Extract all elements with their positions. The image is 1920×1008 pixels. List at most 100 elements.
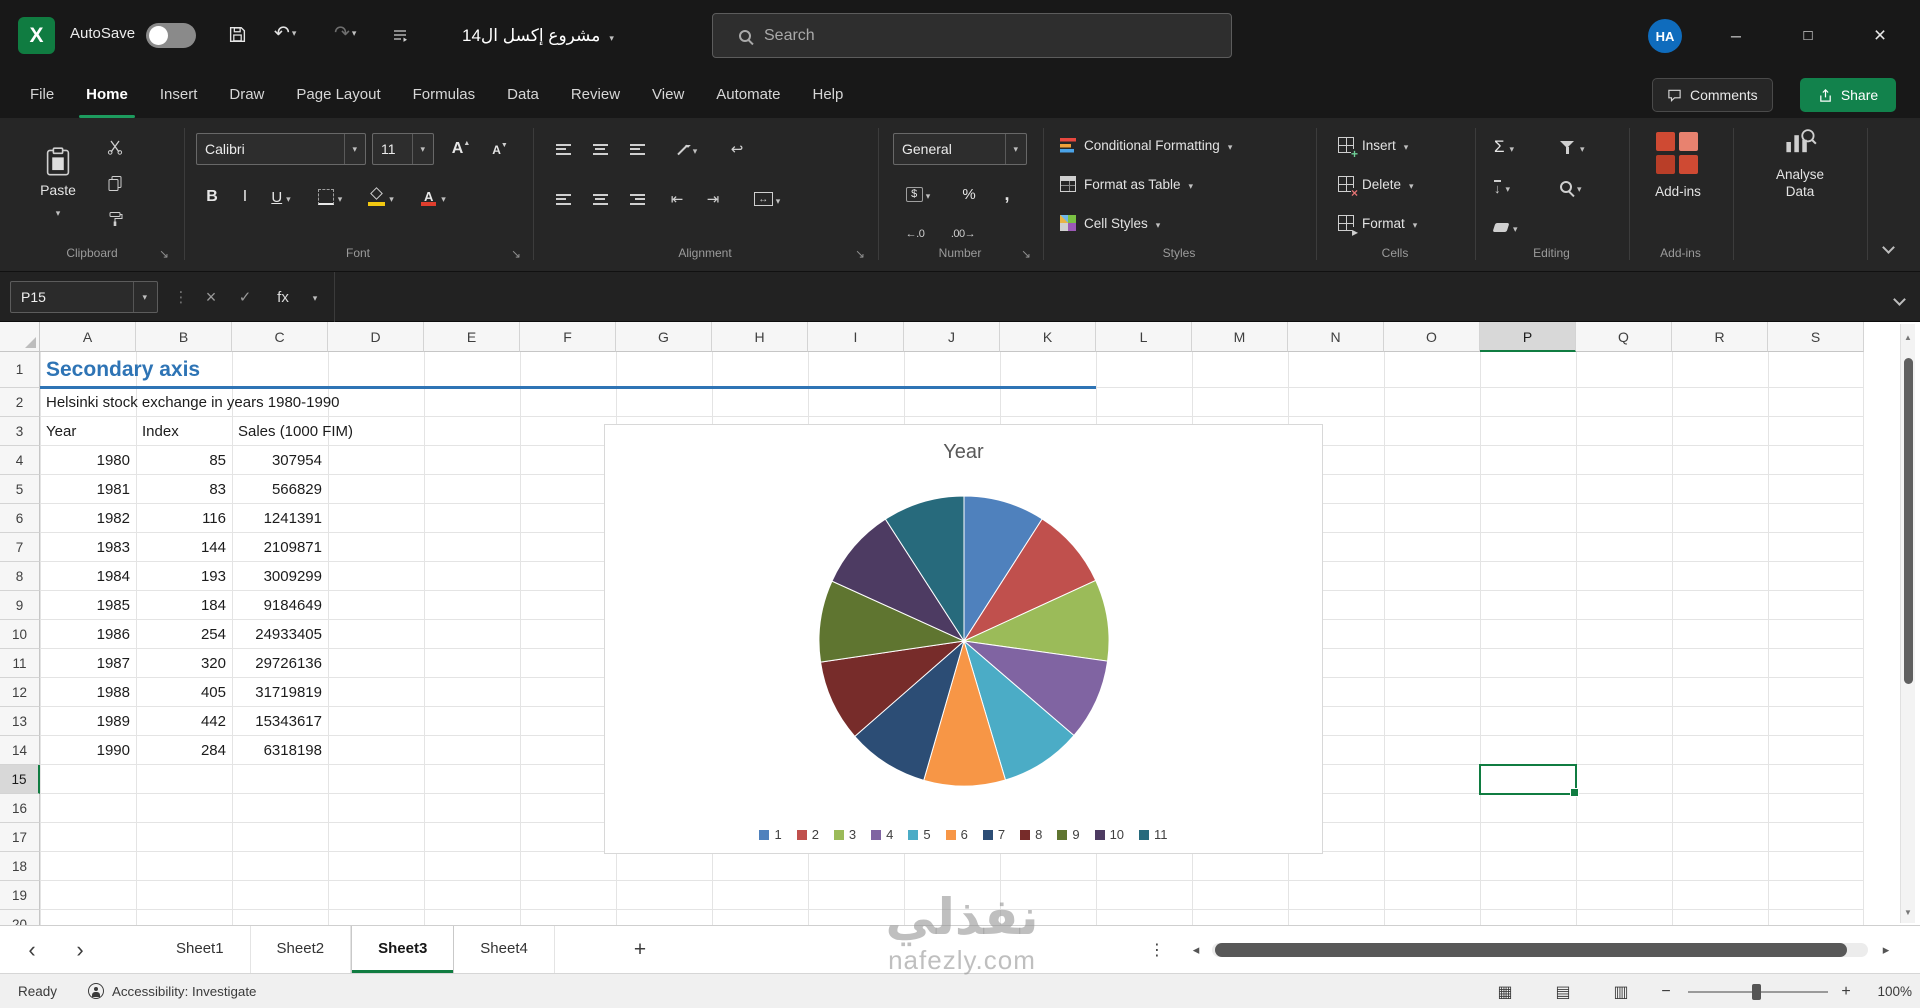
column-header-N[interactable]: N: [1288, 322, 1384, 352]
cell-A8[interactable]: 1984: [42, 562, 130, 591]
number-format-select[interactable]: General: [893, 133, 1027, 165]
row-header-2[interactable]: 2: [0, 388, 40, 417]
vertical-scrollbar[interactable]: [1900, 324, 1915, 923]
cell-C3[interactable]: Sales (1000 FIM): [238, 417, 353, 446]
column-header-I[interactable]: I: [808, 322, 904, 352]
tab-data[interactable]: Data: [491, 71, 555, 118]
column-header-Q[interactable]: Q: [1576, 322, 1672, 352]
column-header-H[interactable]: H: [712, 322, 808, 352]
paste-button[interactable]: Paste: [26, 128, 90, 240]
row-header-4[interactable]: 4: [0, 446, 40, 475]
minimize-button[interactable]: [1712, 0, 1760, 71]
row-header-12[interactable]: 12: [0, 678, 40, 707]
increase-font-size-button[interactable]: [444, 134, 478, 164]
column-header-M[interactable]: M: [1192, 322, 1288, 352]
row-header-10[interactable]: 10: [0, 620, 40, 649]
sheet-nav-left-button[interactable]: [14, 926, 50, 974]
zoom-slider[interactable]: [1688, 983, 1828, 1000]
row-header-6[interactable]: 6: [0, 504, 40, 533]
customize-quick-access-button[interactable]: [392, 27, 408, 46]
column-header-F[interactable]: F: [520, 322, 616, 352]
autosum-button[interactable]: Σ: [1494, 133, 1514, 161]
orientation-button[interactable]: [664, 135, 708, 163]
autosave-toggle[interactable]: [146, 23, 196, 48]
column-header-G[interactable]: G: [616, 322, 712, 352]
column-header-A[interactable]: A: [40, 322, 136, 352]
tab-help[interactable]: Help: [797, 71, 860, 118]
column-header-J[interactable]: J: [904, 322, 1000, 352]
decrease-font-size-button[interactable]: [484, 134, 516, 164]
tab-formulas[interactable]: Formulas: [397, 71, 492, 118]
cell-C5[interactable]: 566829: [234, 475, 322, 504]
row-header-16[interactable]: 16: [0, 794, 40, 823]
row-header-7[interactable]: 7: [0, 533, 40, 562]
cell-B5[interactable]: 83: [138, 475, 226, 504]
legend-item-11[interactable]: 11: [1139, 827, 1168, 842]
cell-A14[interactable]: 1990: [42, 736, 130, 765]
cell-C6[interactable]: 1241391: [234, 504, 322, 533]
avatar[interactable]: HA: [1648, 19, 1682, 53]
tab-review[interactable]: Review: [555, 71, 636, 118]
sheet-tab-sheet2[interactable]: Sheet2: [251, 926, 352, 974]
cell-C14[interactable]: 6318198: [234, 736, 322, 765]
cancel-entry-button[interactable]: [196, 281, 226, 313]
row-header-8[interactable]: 8: [0, 562, 40, 591]
expand-formula-bar-button[interactable]: [1893, 292, 1906, 307]
format-painter-button[interactable]: [102, 206, 128, 232]
legend-item-10[interactable]: 10: [1094, 827, 1124, 842]
legend-item-1[interactable]: 1: [759, 827, 782, 842]
tab-page-layout[interactable]: Page Layout: [280, 71, 396, 118]
cell-A2[interactable]: Helsinki stock exchange in years 1980-19…: [46, 388, 340, 417]
column-header-D[interactable]: D: [328, 322, 424, 352]
page-layout-view-button[interactable]: [1546, 974, 1580, 1008]
column-header-C[interactable]: C: [232, 322, 328, 352]
cell-C11[interactable]: 29726136: [234, 649, 322, 678]
cell-B13[interactable]: 442: [138, 707, 226, 736]
cell-C10[interactable]: 24933405: [234, 620, 322, 649]
cell-C9[interactable]: 9184649: [234, 591, 322, 620]
cell-A5[interactable]: 1981: [42, 475, 130, 504]
excel-logo-icon[interactable]: [18, 17, 55, 54]
row-header-19[interactable]: 19: [0, 881, 40, 910]
cell-A1[interactable]: Secondary axis: [46, 352, 200, 388]
row-header-11[interactable]: 11: [0, 649, 40, 678]
align-middle-button[interactable]: [585, 135, 615, 163]
sort-filter-button[interactable]: [1560, 133, 1585, 161]
redo-button[interactable]: [334, 22, 356, 45]
row-header-20[interactable]: 20: [0, 910, 40, 925]
insert-function-button[interactable]: fx: [266, 281, 300, 313]
zoom-in-button[interactable]: [1832, 974, 1860, 1008]
confirm-entry-button[interactable]: [230, 281, 260, 313]
sheet-tab-sheet3[interactable]: Sheet3: [351, 926, 455, 974]
tab-home[interactable]: Home: [70, 71, 144, 118]
cell-B11[interactable]: 320: [138, 649, 226, 678]
save-button[interactable]: [228, 25, 247, 47]
scroll-left-button[interactable]: [1184, 926, 1208, 974]
cell-C8[interactable]: 3009299: [234, 562, 322, 591]
row-header-3[interactable]: 3: [0, 417, 40, 446]
cell-C12[interactable]: 31719819: [234, 678, 322, 707]
select-all-button[interactable]: [0, 322, 40, 352]
decrease-indent-button[interactable]: [662, 185, 692, 213]
restore-button[interactable]: [1784, 0, 1832, 71]
legend-item-7[interactable]: 7: [982, 827, 1005, 842]
sheet-tab-sheet4[interactable]: Sheet4: [454, 926, 555, 974]
cell-B3[interactable]: Index: [142, 417, 179, 446]
cell-B6[interactable]: 116: [138, 504, 226, 533]
italic-button[interactable]: I: [232, 182, 258, 212]
cell-B7[interactable]: 144: [138, 533, 226, 562]
comma-style-button[interactable]: ,: [992, 180, 1022, 208]
horizontal-scrollbar-thumb[interactable]: [1215, 943, 1847, 957]
font-size-select[interactable]: 11: [372, 133, 434, 165]
tab-insert[interactable]: Insert: [144, 71, 214, 118]
column-header-K[interactable]: K: [1000, 322, 1096, 352]
scroll-down-icon[interactable]: [1904, 902, 1912, 920]
cell-A6[interactable]: 1982: [42, 504, 130, 533]
tab-file[interactable]: File: [14, 71, 70, 118]
cell-A11[interactable]: 1987: [42, 649, 130, 678]
close-button[interactable]: [1856, 0, 1904, 71]
fill-color-button[interactable]: [360, 182, 402, 212]
collapse-ribbon-button[interactable]: [1882, 240, 1895, 255]
tab-view[interactable]: View: [636, 71, 700, 118]
column-header-O[interactable]: O: [1384, 322, 1480, 352]
